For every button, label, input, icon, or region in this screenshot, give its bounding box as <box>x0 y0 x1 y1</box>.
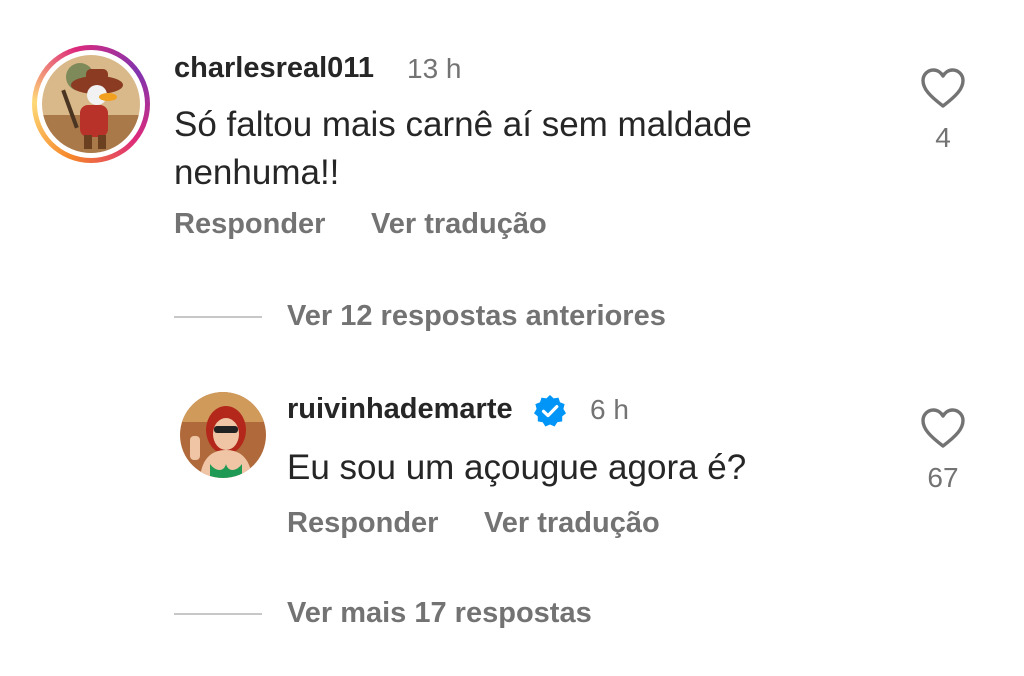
comments-thread: charlesreal011 13 h Só faltou mais carnê… <box>0 0 1024 676</box>
translate-button[interactable]: Ver tradução <box>484 507 660 540</box>
cartoon-avatar-image <box>42 55 140 153</box>
reply-button[interactable]: Responder <box>174 208 325 241</box>
comment-text-line: Só faltou mais carnê aí sem maldade <box>174 105 752 144</box>
heart-outline-icon[interactable] <box>920 67 966 109</box>
like-count: 4 <box>935 122 951 153</box>
replies-divider <box>174 316 262 318</box>
reply-button[interactable]: Responder <box>287 507 438 540</box>
comment-text-line: nenhuma!! <box>174 153 340 192</box>
view-more-replies-button[interactable]: Ver mais 17 respostas <box>287 597 592 630</box>
reply-text: Eu sou um açougue agora é? <box>287 448 747 487</box>
replies-divider <box>174 613 262 615</box>
verified-badge-icon <box>534 395 566 427</box>
view-previous-replies-button[interactable]: Ver 12 respostas anteriores <box>287 300 666 333</box>
reply-username[interactable]: ruivinhademarte <box>287 393 513 426</box>
comment-text: Só faltou mais carnê aí sem maldade nenh… <box>174 101 752 197</box>
comment-timestamp: 13 h <box>407 53 462 84</box>
user-photo-avatar <box>180 392 266 478</box>
comment-username[interactable]: charlesreal011 <box>174 52 374 85</box>
avatar[interactable] <box>32 45 150 163</box>
translate-button[interactable]: Ver tradução <box>371 208 547 241</box>
like-count: 67 <box>927 462 959 493</box>
heart-outline-icon[interactable] <box>920 407 966 449</box>
reply-timestamp: 6 h <box>590 394 629 425</box>
avatar[interactable] <box>180 392 266 478</box>
